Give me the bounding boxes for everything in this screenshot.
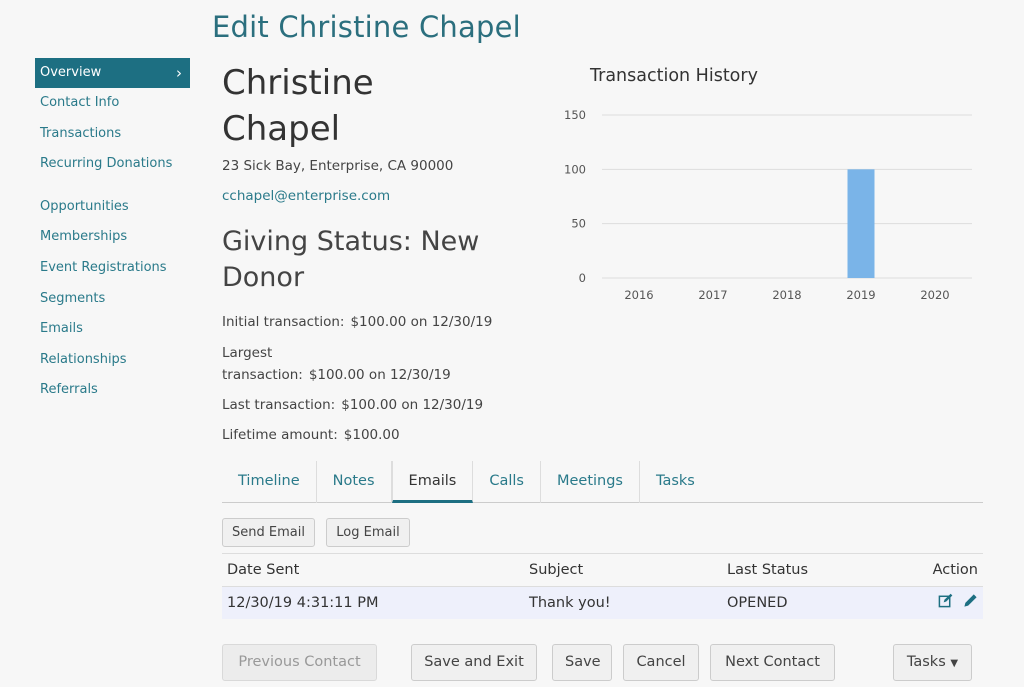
cancel-button[interactable]: Cancel bbox=[623, 644, 699, 681]
table-row[interactable]: 12/30/19 4:31:11 PM Thank you! OPENED bbox=[222, 586, 983, 619]
tab-notes[interactable]: Notes bbox=[317, 461, 392, 503]
initial-transaction: Initial transaction: $100.00 on 12/30/19 bbox=[222, 311, 492, 333]
giving-status: Giving Status: New Donor bbox=[222, 226, 480, 293]
table-header-row: Date Sent Subject Last Status Action bbox=[222, 553, 983, 587]
x-tick-label: 2018 bbox=[772, 288, 801, 302]
y-tick-label: 50 bbox=[571, 217, 586, 231]
pencil-icon[interactable] bbox=[963, 594, 978, 612]
initial-transaction-label: Initial transaction: bbox=[222, 314, 345, 330]
sidebar-item-relationships[interactable]: Relationships bbox=[35, 345, 190, 376]
transaction-history-chart: 0 50 100 150 2016 2017 2018 2019 2020 bbox=[564, 108, 972, 302]
sidebar-item-referrals[interactable]: Referrals bbox=[35, 375, 190, 406]
lifetime-amount: Lifetime amount: $100.00 bbox=[222, 424, 400, 446]
col-subject[interactable]: Subject bbox=[524, 553, 722, 587]
page-title: Edit Christine Chapel bbox=[212, 10, 521, 44]
sidebar-item-recurring-donations[interactable]: Recurring Donations bbox=[35, 149, 190, 180]
sidebar-item-transactions[interactable]: Transactions bbox=[35, 119, 190, 150]
y-tick-label: 0 bbox=[579, 271, 586, 285]
y-tick-label: 100 bbox=[564, 162, 586, 176]
chart-title: Transaction History bbox=[590, 66, 758, 86]
x-tick-label: 2019 bbox=[846, 288, 875, 302]
tab-tasks[interactable]: Tasks bbox=[640, 461, 711, 503]
sidebar-item-overview[interactable]: Overview › bbox=[35, 58, 190, 88]
next-contact-button[interactable]: Next Contact bbox=[710, 644, 835, 681]
sidebar-item-emails[interactable]: Emails bbox=[35, 314, 190, 345]
sidebar-item-memberships[interactable]: Memberships bbox=[35, 222, 190, 253]
col-action: Action bbox=[902, 553, 983, 587]
tab-emails[interactable]: Emails bbox=[391, 461, 474, 503]
send-email-button[interactable]: Send Email bbox=[222, 518, 315, 547]
contact-address: 23 Sick Bay, Enterprise, CA 90000 bbox=[222, 158, 454, 174]
activity-tabs: Timeline Notes Emails Calls Meetings Tas… bbox=[222, 461, 983, 503]
email-table: Date Sent Subject Last Status Action 12/… bbox=[222, 553, 983, 619]
last-transaction: Last transaction: $100.00 on 12/30/19 bbox=[222, 394, 483, 416]
x-tick-label: 2020 bbox=[920, 288, 949, 302]
sidebar-item-contact-info[interactable]: Contact Info bbox=[35, 88, 190, 119]
x-tick-label: 2016 bbox=[624, 288, 653, 302]
tab-calls[interactable]: Calls bbox=[473, 461, 541, 503]
cell-subject: Thank you! bbox=[524, 586, 722, 619]
y-tick-label: 150 bbox=[564, 108, 586, 122]
tasks-dropdown-button[interactable]: Tasks ▼ bbox=[893, 644, 972, 681]
last-transaction-label: Last transaction: bbox=[222, 397, 336, 413]
last-transaction-value: $100.00 on 12/30/19 bbox=[341, 397, 484, 413]
bar bbox=[847, 169, 875, 278]
save-and-exit-button[interactable]: Save and Exit bbox=[411, 644, 537, 681]
sidebar-item-label: Overview bbox=[40, 65, 102, 80]
sidebar-item-segments[interactable]: Segments bbox=[35, 284, 190, 315]
lifetime-amount-value: $100.00 bbox=[343, 427, 400, 443]
sidebar-item-event-registrations[interactable]: Event Registrations bbox=[35, 253, 190, 284]
largest-transaction-label: Largest bbox=[222, 345, 273, 361]
cell-date-sent: 12/30/19 4:31:11 PM bbox=[222, 586, 524, 619]
largest-transaction-value: $100.00 on 12/30/19 bbox=[308, 367, 451, 383]
sidebar-item-opportunities[interactable]: Opportunities bbox=[35, 192, 190, 223]
caret-down-icon: ▼ bbox=[950, 658, 959, 669]
tasks-dropdown-label: Tasks bbox=[906, 654, 946, 670]
previous-contact-button[interactable]: Previous Contact bbox=[222, 644, 377, 681]
tab-meetings[interactable]: Meetings bbox=[541, 461, 640, 503]
col-date-sent[interactable]: Date Sent bbox=[222, 553, 524, 587]
save-button[interactable]: Save bbox=[552, 644, 612, 681]
tab-timeline[interactable]: Timeline bbox=[222, 461, 317, 503]
sidebar-divider bbox=[35, 180, 190, 192]
lifetime-amount-label: Lifetime amount: bbox=[222, 427, 338, 443]
sidebar-nav: Overview › Contact Info Transactions Rec… bbox=[35, 58, 190, 406]
contact-email-link[interactable]: cchapel@enterprise.com bbox=[222, 188, 390, 204]
col-last-status[interactable]: Last Status bbox=[722, 553, 902, 587]
chevron-right-icon: › bbox=[176, 64, 182, 82]
log-email-button[interactable]: Log Email bbox=[326, 518, 410, 547]
cell-last-status: OPENED bbox=[722, 586, 902, 619]
cell-actions bbox=[902, 586, 983, 619]
contact-name: Christine Chapel bbox=[222, 63, 374, 149]
x-tick-label: 2017 bbox=[698, 288, 727, 302]
largest-transaction-label-2: transaction: bbox=[222, 367, 303, 383]
initial-transaction-value: $100.00 on 12/30/19 bbox=[350, 314, 493, 330]
edit-icon[interactable] bbox=[938, 594, 958, 612]
largest-transaction: Largest transaction: $100.00 on 12/30/19 bbox=[222, 342, 451, 386]
